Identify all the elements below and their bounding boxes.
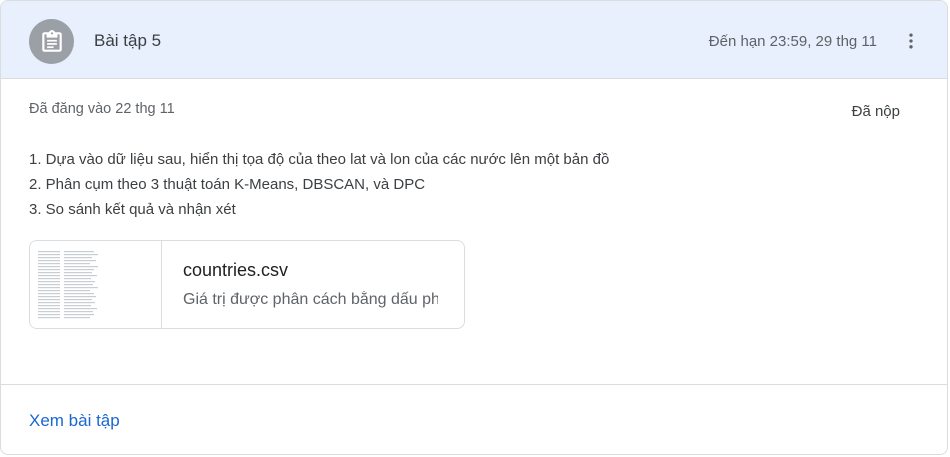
attachment-thumbnail — [30, 241, 162, 328]
more-vert-icon — [909, 33, 913, 49]
due-date: Đến hạn 23:59, 29 thg 11 — [708, 33, 877, 50]
attachment-card[interactable]: countries.csv Giá trị được phân cách bằn… — [29, 240, 465, 329]
assignment-header[interactable]: Bài tập 5 Đến hạn 23:59, 29 thg 11 — [1, 1, 947, 79]
attachment-type: Giá trị được phân cách bằng dấu phẩy — [183, 291, 438, 308]
spreadsheet-preview-icon — [38, 251, 98, 319]
assignment-avatar — [29, 19, 74, 64]
assignment-title: Bài tập 5 — [94, 31, 162, 50]
more-options-button[interactable] — [895, 25, 927, 57]
attachment-details: countries.csv Giá trị được phân cách bằn… — [162, 241, 438, 328]
posted-date: Đã đăng vào 22 thg 11 — [29, 101, 175, 117]
submission-status: Đã nộp — [851, 103, 900, 120]
assignment-icon — [41, 29, 62, 52]
instruction-line: 3. So sánh kết quả và nhận xét — [29, 201, 236, 218]
footer-divider — [1, 384, 947, 385]
assignment-card: Bài tập 5 Đến hạn 23:59, 29 thg 11 Đã đă… — [0, 0, 948, 455]
assignment-instructions: 1. Dựa vào dữ liệu sau, hiển thị tọa độ … — [29, 147, 609, 222]
instruction-line: 1. Dựa vào dữ liệu sau, hiển thị tọa độ … — [29, 151, 610, 168]
attachment-name[interactable]: countries.csv — [183, 260, 438, 281]
instruction-line: 2. Phân cụm theo 3 thuật toán K-Means, D… — [29, 176, 426, 193]
view-assignment-link[interactable]: Xem bài tập — [29, 411, 120, 431]
